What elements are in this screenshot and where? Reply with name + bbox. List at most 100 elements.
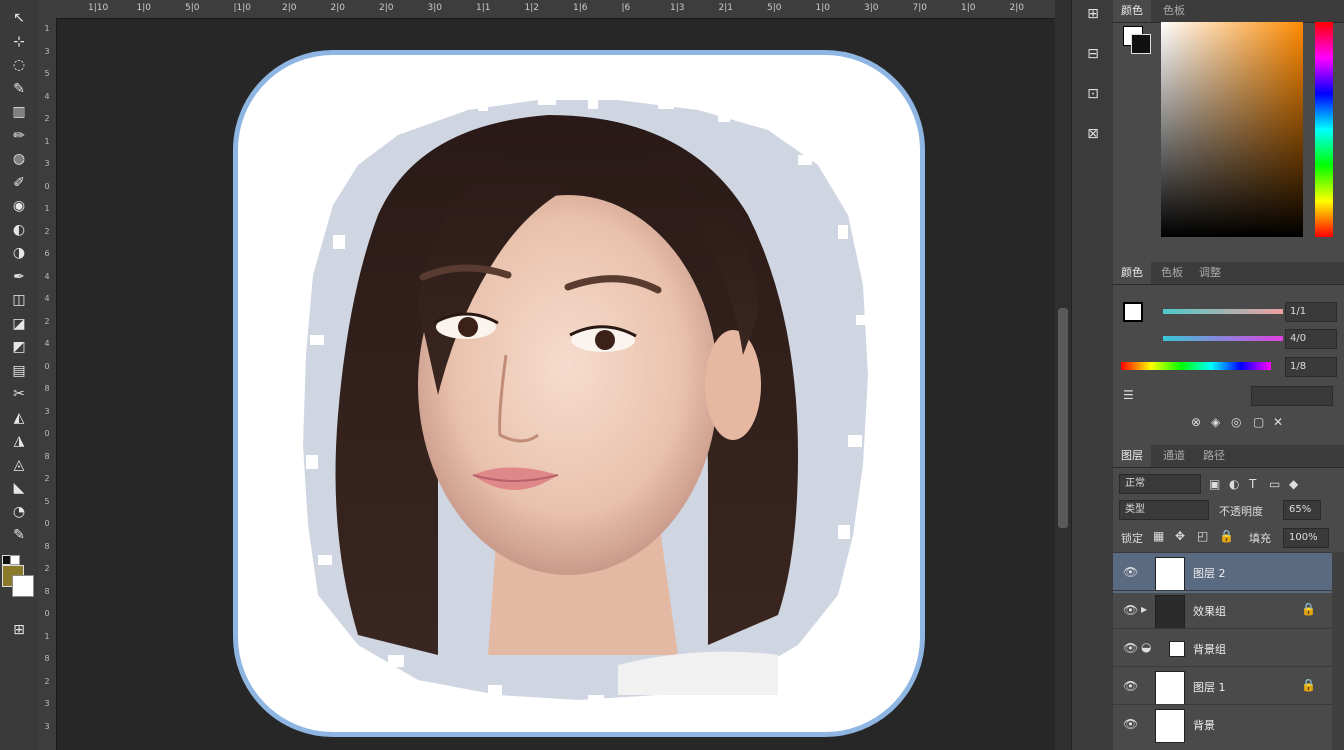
swap-colors-icon[interactable] (10, 555, 20, 565)
layer-row[interactable]: 👁 ▸ 效果组 🔒 (1113, 590, 1332, 631)
tool-17-icon[interactable]: ✂ (7, 384, 31, 404)
tab-swatches-2[interactable]: 色板 (1153, 262, 1191, 284)
tool-3-icon[interactable]: ◌ (7, 55, 31, 75)
slider-b-value[interactable]: 1/8 (1285, 357, 1337, 377)
tool-20-icon[interactable]: ◬ (7, 455, 31, 475)
new-icon[interactable]: ◈ (1211, 415, 1220, 429)
eye-icon[interactable]: 👁 (1123, 565, 1139, 579)
tool-6-icon[interactable]: ✏ (7, 126, 31, 146)
tool-21-icon[interactable]: ◣ (7, 478, 31, 498)
lock-transparency-icon[interactable]: ◰ (1197, 529, 1208, 543)
eye-icon[interactable]: 👁 (1123, 717, 1139, 731)
tool-22-icon[interactable]: ◔ (7, 502, 31, 522)
filter-shape-icon[interactable]: ▭ (1269, 477, 1280, 491)
ruler-tick: 2|0 (1009, 3, 1024, 13)
tool-5-icon[interactable]: ▥ (7, 102, 31, 122)
eye-icon[interactable]: 👁 (1123, 603, 1139, 617)
lock-all-icon[interactable]: 🔒 (1219, 529, 1234, 543)
layer-kind-select[interactable]: 类型 (1119, 500, 1209, 520)
panel-icon-3[interactable]: ⊡ (1081, 82, 1105, 106)
screen-mode-icon[interactable]: ⊞ (7, 620, 31, 640)
tool-16-icon[interactable]: ▤ (7, 361, 31, 381)
filter-smart-icon[interactable]: ◆ (1289, 477, 1298, 491)
tool-7-icon[interactable]: ◍ (7, 149, 31, 169)
layer-thumbnail (1155, 595, 1185, 629)
layer-thumbnail (1169, 641, 1185, 657)
ruler-tick: 1|6 (573, 3, 588, 13)
canvas-vertical-scrollbar[interactable] (1055, 0, 1071, 750)
slider-r-value[interactable]: 1/1 (1285, 302, 1337, 322)
ruler-tick: 2 (44, 226, 50, 236)
layer-row[interactable]: 👁 图层 1 🔒 (1113, 666, 1332, 707)
ruler-tick: 1|0 (136, 3, 151, 13)
blend-mode-select[interactable]: 正常 (1119, 474, 1201, 494)
scrollbar-thumb[interactable] (1058, 308, 1068, 528)
document-canvas[interactable] (233, 50, 925, 737)
tool-15-icon[interactable]: ◩ (7, 337, 31, 357)
tool-2-icon[interactable]: ⊹ (7, 32, 31, 52)
group-icon[interactable]: ▢ (1253, 415, 1264, 429)
delete-icon[interactable]: ✕ (1273, 415, 1283, 429)
layer-thumbnail (1155, 671, 1185, 705)
tool-13-icon[interactable]: ◫ (7, 290, 31, 310)
expand-icon[interactable]: ▸ (1141, 602, 1147, 616)
filter-adjust-icon[interactable]: ◐ (1229, 477, 1239, 491)
hue-slider[interactable] (1315, 22, 1333, 237)
tool-23-icon[interactable]: ✎ (7, 525, 31, 545)
panel-icon-4[interactable]: ⊠ (1081, 122, 1105, 146)
ruler-tick: 8 (44, 541, 50, 551)
expand-icon[interactable]: ◒ (1141, 640, 1151, 654)
tool-1-icon[interactable]: ↖ (7, 8, 31, 28)
tool-8-icon[interactable]: ✐ (7, 173, 31, 193)
tool-9-icon[interactable]: ◉ (7, 196, 31, 216)
tab-layers[interactable]: 图层 (1113, 445, 1151, 467)
layer-row[interactable]: 👁 背景 (1113, 704, 1332, 745)
right-panels: 颜色 色板 颜色 色板 调整 1/1 4/0 1/8 ☰ ⊗ ◈ ◎ ▢ ✕ 图… (1113, 0, 1344, 750)
opacity-input[interactable]: 65% (1283, 500, 1321, 520)
tab-paths[interactable]: 路径 (1195, 445, 1233, 467)
tab-color[interactable]: 颜色 (1113, 0, 1151, 22)
mask-icon[interactable]: ◎ (1231, 415, 1241, 429)
tool-19-icon[interactable]: ◮ (7, 431, 31, 451)
panel-icon-2[interactable]: ⊟ (1081, 42, 1105, 66)
lock-position-icon[interactable]: ✥ (1175, 529, 1185, 543)
tool-4-icon[interactable]: ✎ (7, 79, 31, 99)
background-color-swatch[interactable] (1131, 34, 1151, 54)
tool-18-icon[interactable]: ◭ (7, 408, 31, 428)
menu-icon[interactable]: ☰ (1123, 388, 1134, 402)
ruler-tick: 2|0 (379, 3, 394, 13)
tab-swatches[interactable]: 色板 (1155, 0, 1193, 22)
filter-pixel-icon[interactable]: ▣ (1209, 477, 1220, 491)
ruler-tick: 3 (44, 159, 50, 168)
ruler-tick: 2|0 (330, 3, 345, 13)
color-spectrum-bar[interactable] (1121, 362, 1271, 370)
link-icon[interactable]: ⊗ (1191, 415, 1201, 429)
slider-g-value[interactable]: 4/0 (1285, 329, 1337, 349)
eye-icon[interactable]: 👁 (1123, 679, 1139, 693)
eye-icon[interactable]: 👁 (1123, 641, 1139, 655)
panel-options[interactable] (1251, 386, 1333, 406)
tool-11-icon[interactable]: ◑ (7, 243, 31, 263)
panel-icon-1[interactable]: ⊞ (1081, 2, 1105, 26)
filter-type-icon[interactable]: T (1249, 477, 1256, 491)
tool-10-icon[interactable]: ◐ (7, 220, 31, 240)
layer-row[interactable]: 👁 图层 2 (1113, 552, 1332, 593)
layer-name: 背景 (1193, 719, 1215, 732)
layer-name: 图层 1 (1193, 681, 1226, 694)
background-color-swatch[interactable] (12, 575, 34, 597)
tab-channels[interactable]: 通道 (1155, 445, 1193, 467)
fill-input[interactable]: 100% (1283, 528, 1329, 548)
lock-pixels-icon[interactable]: ▦ (1153, 529, 1164, 543)
layers-scrollbar[interactable] (1332, 552, 1344, 750)
tool-12-icon[interactable]: ✒ (7, 267, 31, 287)
tool-14-icon[interactable]: ◪ (7, 314, 31, 334)
ruler-tick: 5 (44, 69, 50, 78)
layer-row[interactable]: 👁 ◒ 背景组 (1113, 628, 1332, 669)
ruler-tick: 1 (44, 631, 50, 641)
tab-color-2[interactable]: 颜色 (1113, 262, 1151, 284)
lock-label: 锁定 (1121, 532, 1143, 545)
color-picker-field[interactable] (1161, 22, 1303, 237)
ruler-tick: 4 (44, 271, 50, 281)
foreground-color-swatch[interactable] (1123, 302, 1143, 322)
tab-adjustments[interactable]: 调整 (1191, 262, 1229, 284)
